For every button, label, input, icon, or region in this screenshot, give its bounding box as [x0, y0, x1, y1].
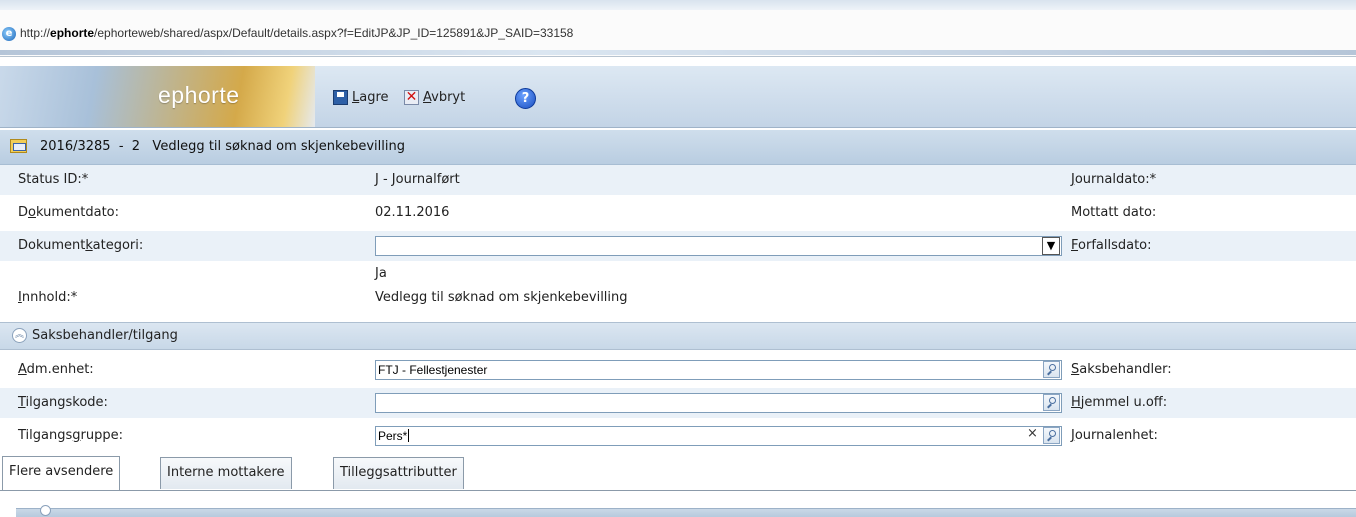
panel-header-bar — [16, 505, 1356, 517]
document-folder-icon — [10, 139, 27, 153]
tab-flere-avsendere[interactable]: Flere avsendere — [2, 456, 121, 490]
adm-enhet-label: Adm.enhet: — [18, 362, 94, 377]
tilgangskode-input[interactable] — [375, 393, 1062, 413]
section-title: Saksbehandler/tilgang — [32, 328, 178, 343]
ie-page-icon: e — [2, 27, 16, 41]
row-tilgangskode: Tilgangskode: Hjemmel u.off: — [0, 388, 1356, 418]
dokumentdato-value: 02.11.2016 — [375, 205, 450, 220]
search-icon[interactable] — [1043, 427, 1060, 444]
search-icon[interactable] — [1043, 361, 1060, 378]
ephorte-logo: ephorte — [0, 66, 315, 127]
adm-enhet-input[interactable]: FTJ - Fellestjenester — [375, 360, 1062, 380]
tilgangsgruppe-input[interactable]: Pers* — [375, 426, 1062, 446]
innhold-value: Vedlegg til søknad om skjenkebevilling — [375, 290, 628, 305]
tilgangskode-label: Tilgangskode: — [18, 395, 108, 410]
help-icon[interactable]: ? — [515, 88, 536, 109]
address-bar-divider — [0, 50, 1356, 55]
cancel-x-icon: ✕ — [404, 89, 419, 105]
search-icon[interactable] — [1043, 394, 1060, 411]
tab-tilleggsattributter[interactable]: Tilleggsattributter — [333, 457, 464, 489]
status-value: J - Journalført — [375, 172, 460, 187]
hjemmel-label: Hjemmel u.off: — [1071, 395, 1168, 410]
tilgangsgruppe-label: Tilgangsgruppe: — [18, 428, 123, 443]
app-toolbar: ephorte Lagre ✕ Avbryt ? — [0, 66, 1356, 128]
clear-icon[interactable]: × — [1027, 426, 1038, 441]
section-saksbehandler[interactable]: ︽ Saksbehandler/tilgang — [0, 322, 1356, 350]
url-host: ephorte — [50, 26, 95, 40]
chevron-down-icon[interactable]: ▼ — [1042, 237, 1060, 255]
row-dokumentkategori: Dokumentkategori: ▼ Forfallsdato: — [0, 231, 1356, 261]
forfallsdato-label: Forfallsdato: — [1071, 238, 1152, 253]
journalenhet-label: Journalenhet: — [1071, 428, 1158, 443]
dokumentdato-label: Dokumentdato: — [18, 205, 119, 220]
cancel-button[interactable]: ✕ Avbryt — [404, 90, 465, 105]
cancel-label: Avbryt — [423, 90, 466, 105]
row-ja: Ja — [0, 262, 1356, 284]
tab-panel — [0, 491, 1356, 517]
dokumentkategori-select[interactable] — [375, 236, 1062, 256]
address-bar[interactable]: e http://ephorte/ephorteweb/shared/aspx/… — [0, 10, 1356, 57]
tab-strip: Flere avsendere Interne mottakere Tilleg… — [0, 455, 1356, 491]
journaldato-label: Journaldato:* — [1071, 172, 1157, 187]
row-status: Status ID:* J - Journalført Journaldato:… — [0, 165, 1356, 195]
url-text[interactable]: http://ephorte/ephorteweb/shared/aspx/De… — [20, 26, 573, 40]
ja-value: Ja — [375, 266, 387, 281]
row-tilgangsgruppe: Tilgangsgruppe: Pers* × Journalenhet: — [0, 421, 1356, 451]
mottatt-dato-label: Mottatt dato: — [1071, 205, 1157, 220]
save-button[interactable]: Lagre — [333, 90, 389, 105]
innhold-label: Innhold:* — [18, 290, 78, 305]
collapse-chevron-icon[interactable]: ︽ — [12, 328, 27, 343]
dokumentkategori-label: Dokumentkategori: — [18, 238, 144, 253]
record-title-bar: 2016/3285 - 2 Vedlegg til søknad om skje… — [0, 130, 1356, 165]
floppy-disk-icon — [333, 90, 348, 105]
row-adm-enhet: Adm.enhet: FTJ - Fellestjenester Saksbeh… — [0, 355, 1356, 385]
browser-top-strip — [0, 0, 1356, 10]
row-innhold: Innhold:* Vedlegg til søknad om skjenkeb… — [0, 284, 1356, 312]
tab-interne-mottakere[interactable]: Interne mottakere — [160, 457, 292, 489]
save-label: Lagre — [352, 90, 389, 105]
record-title: 2016/3285 - 2 Vedlegg til søknad om skje… — [40, 139, 405, 154]
saksbehandler-label: Saksbehandler: — [1071, 362, 1172, 377]
status-label: Status ID:* — [18, 172, 89, 187]
row-dokumentdato: Dokumentdato: 02.11.2016 Mottatt dato: — [0, 198, 1356, 228]
